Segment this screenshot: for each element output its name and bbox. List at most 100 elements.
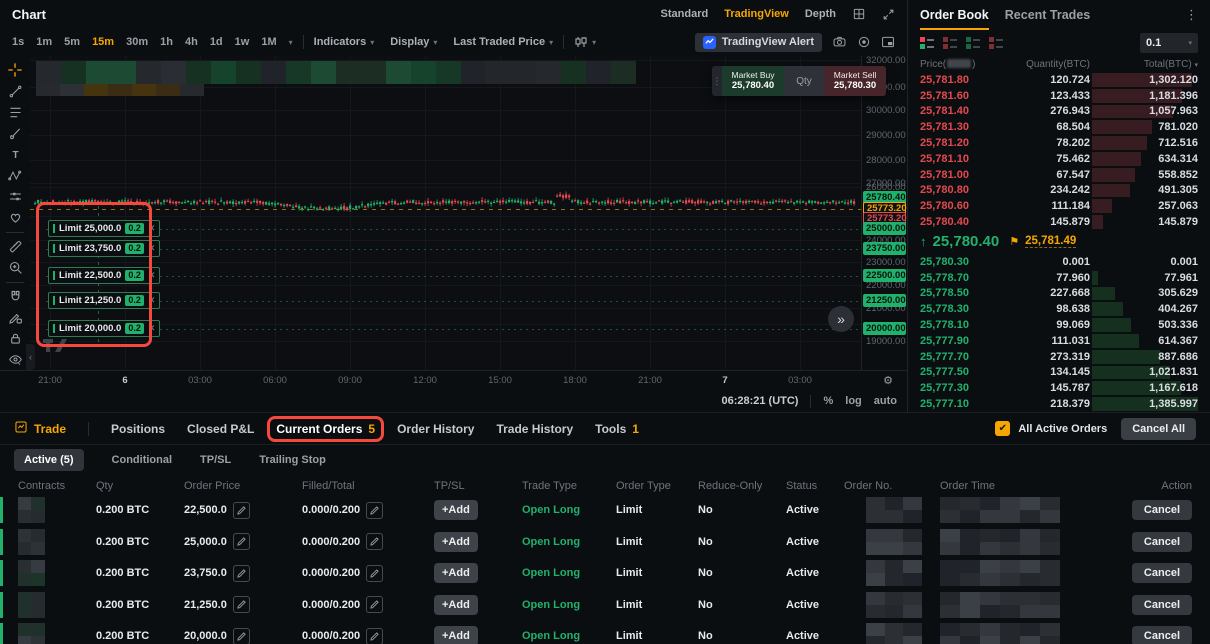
timeframe-1h[interactable]: 1h [160,36,173,48]
scroll-to-latest-button[interactable]: » [828,306,854,332]
tpsl-add-button[interactable]: +Add [434,532,478,552]
limit-order-tag[interactable]: Limit 25,000.00.2✕ [48,220,160,237]
bid-row[interactable]: 25,780.300.0010.001 [908,254,1210,270]
brush-icon[interactable] [3,123,27,143]
cancel-order-button[interactable]: Cancel [1132,532,1192,552]
toolbar-collapse-handle[interactable]: ‹ [26,344,35,370]
cancel-order-button[interactable]: Cancel [1132,626,1192,644]
price-axis[interactable]: 32000.0031000.0030000.0029000.0028000.00… [861,56,907,370]
orderbook-mode-2-icon[interactable] [943,37,957,49]
close-icon[interactable]: ✕ [148,243,156,254]
edit-icon[interactable] [233,533,250,550]
menu-last-traded-price[interactable]: Last Traded Price▾ [453,36,553,48]
tab-closed-p-l[interactable]: Closed P&L [187,422,254,436]
timeframe-1m[interactable]: 1M [261,36,276,48]
cancel-order-button[interactable]: Cancel [1132,595,1192,615]
edit-icon[interactable] [366,565,383,582]
view-mode-tradingview[interactable]: TradingView [724,8,789,20]
chevron-down-icon[interactable]: ▾ [289,38,293,47]
eye-hide-icon[interactable] [3,350,27,370]
mark-price[interactable]: 25,781.49 [1025,235,1076,248]
edit-icon[interactable] [366,628,383,644]
grouping-select[interactable]: 0.1 ▾ [1140,33,1198,53]
bid-row[interactable]: 25,778.3098.638404.267 [908,301,1210,317]
close-icon[interactable]: ✕ [148,295,156,306]
tab-tools[interactable]: Tools1 [595,422,639,436]
tab-order-book[interactable]: Order Book [920,0,989,30]
ruler-icon[interactable] [3,237,27,257]
edit-icon[interactable] [233,596,250,613]
menu-display[interactable]: Display▾ [390,36,437,48]
view-mode-depth[interactable]: Depth [805,8,836,20]
limit-order-tag[interactable]: Limit 22,500.00.2✕ [48,267,160,284]
edit-icon[interactable] [233,502,250,519]
bid-row[interactable]: 25,777.50134.1451,021.831 [908,365,1210,381]
tradingview-logo[interactable] [42,338,68,356]
edit-icon[interactable] [366,502,383,519]
all-active-orders-checkbox[interactable]: ✔ [995,421,1010,436]
timeframe-1s[interactable]: 1s [12,36,24,48]
cancel-all-button[interactable]: Cancel All [1121,418,1196,440]
timeframe-1m[interactable]: 1m [36,36,52,48]
close-icon[interactable]: ✕ [148,223,156,234]
edit-icon[interactable] [366,596,383,613]
camera-icon[interactable] [832,35,847,49]
market-sell-button[interactable]: Market Sell 25,780.30 [824,66,886,96]
text-tool-icon[interactable]: T [3,144,27,164]
layout-grid-icon[interactable] [852,7,866,21]
cancel-order-button[interactable]: Cancel [1132,500,1192,520]
ask-row[interactable]: 25,781.0067.547558.852 [908,167,1210,183]
subtab-tp-sl[interactable]: TP/SL [200,454,231,466]
bid-row[interactable]: 25,777.30145.7871,167.618 [908,380,1210,396]
cancel-order-button[interactable]: Cancel [1132,563,1192,583]
qty-field[interactable]: Qty [784,66,824,96]
orderbook-mode-4-icon[interactable] [989,37,1003,49]
market-buy-button[interactable]: Market Buy 25,780.40 [722,66,784,96]
menu-indicators[interactable]: Indicators▾ [314,36,375,48]
pip-window-icon[interactable] [881,35,895,49]
ask-row[interactable]: 25,780.60111.184257.063 [908,198,1210,214]
trendline-icon[interactable] [3,81,27,101]
chart-plot[interactable]: Limit 25,000.00.2✕Limit 23,750.00.2✕Limi… [30,56,861,370]
magnet-icon[interactable] [3,287,27,307]
edit-icon[interactable] [233,565,250,582]
tab-positions[interactable]: Positions [111,422,165,436]
time-axis[interactable]: 21:00603:0006:0009:0012:0015:0018:0021:0… [0,370,907,390]
timeframe-4h[interactable]: 4h [185,36,198,48]
close-icon[interactable]: ✕ [148,323,156,334]
tab-current-orders[interactable]: Current Orders5 [276,422,375,436]
subtab-active-5[interactable]: Active (5) [14,449,84,471]
target-icon[interactable] [857,35,871,49]
close-icon[interactable]: ✕ [148,270,156,281]
tab-order-history[interactable]: Order History [397,422,474,436]
tpsl-add-button[interactable]: +Add [434,595,478,615]
widget-drag-handle[interactable]: ⋮ [712,66,722,96]
timeframe-30m[interactable]: 30m [126,36,148,48]
fib-retracement-icon[interactable] [3,102,27,122]
tab-trade[interactable]: Trade [14,420,66,437]
ask-row[interactable]: 25,781.2078.202712.516 [908,135,1210,151]
subtab-conditional[interactable]: Conditional [112,454,173,466]
xabcd-pattern-icon[interactable] [3,165,27,185]
limit-order-tag[interactable]: Limit 21,250.00.2✕ [48,292,160,309]
expand-icon[interactable] [882,8,895,21]
scale-auto-button[interactable]: auto [874,395,897,407]
timeframe-1w[interactable]: 1w [235,36,250,48]
limit-order-tag[interactable]: Limit 20,000.00.2✕ [48,320,160,337]
axis-settings-gear-icon[interactable]: ⚙ [883,374,893,387]
edit-icon[interactable] [366,533,383,550]
tab-trade-history[interactable]: Trade History [496,422,573,436]
tradingview-alert-button[interactable]: TradingView Alert [695,33,822,52]
last-price-row[interactable]: ↑ 25,780.40 ⚑ 25,781.49 [908,230,1210,254]
orderbook-mode-3-icon[interactable] [966,37,980,49]
tpsl-add-button[interactable]: +Add [434,626,478,644]
view-mode-standard[interactable]: Standard [661,8,709,20]
candle-type-icon[interactable]: ▾ [574,36,596,48]
scale-log-button[interactable]: log [845,395,862,407]
bid-row[interactable]: 25,778.7077.96077.961 [908,270,1210,286]
bid-row[interactable]: 25,778.1099.069503.336 [908,317,1210,333]
timeframe-5m[interactable]: 5m [64,36,80,48]
projection-tool-icon[interactable] [3,186,27,206]
ask-row[interactable]: 25,781.1075.462634.314 [908,151,1210,167]
zoom-in-icon[interactable] [3,258,27,278]
